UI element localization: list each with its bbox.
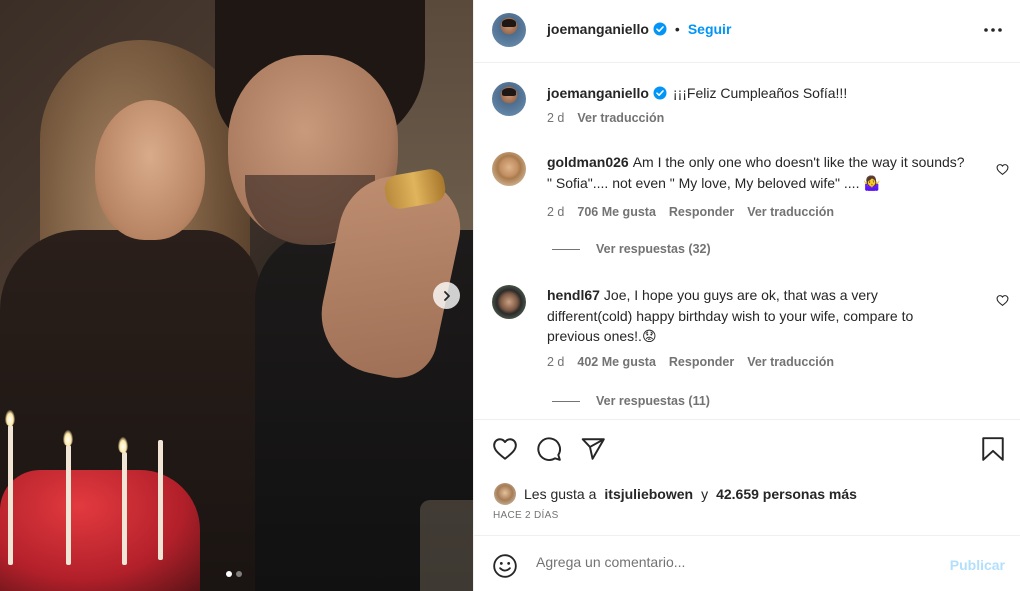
avatar[interactable] — [492, 13, 526, 47]
photo-candle-flame — [63, 430, 73, 446]
reply-button[interactable]: Responder — [669, 355, 734, 369]
view-replies-label: Ver respuestas (32) — [596, 242, 711, 256]
username-link[interactable]: joemanganiello — [547, 21, 649, 37]
separator: • — [674, 21, 680, 37]
photo-cake — [0, 470, 200, 591]
post-actions: Les gusta a itsjuliebowen y 42.659 perso… — [474, 419, 1020, 535]
like-comment-icon[interactable] — [996, 163, 1009, 176]
post-timestamp[interactable]: HACE 2 DÍAS — [493, 510, 559, 521]
comment-text: goldman026 Am I the only one who doesn't … — [547, 152, 967, 193]
photo-woman-face — [95, 100, 205, 240]
photo-candle — [66, 445, 71, 565]
view-replies-button[interactable]: Ver respuestas (11) — [552, 394, 710, 408]
carousel-dot-active — [226, 571, 232, 577]
carousel-next-button[interactable] — [433, 282, 460, 309]
share-send-icon[interactable] — [580, 436, 606, 462]
photo-candle-flame — [5, 410, 15, 426]
username-link[interactable]: hendl67 — [547, 287, 600, 303]
reply-button[interactable]: Responder — [669, 205, 734, 219]
verified-badge-icon — [653, 22, 667, 36]
view-replies-label: Ver respuestas (11) — [596, 394, 710, 408]
likes-prefix: Les gusta a — [524, 486, 597, 502]
avatar[interactable] — [494, 483, 516, 505]
photo-candle — [158, 440, 163, 560]
comment-likes[interactable]: 402 Me gusta — [577, 355, 656, 369]
comment-meta: 2 d 706 Me gusta Responder Ver traducció… — [547, 205, 834, 219]
translate-link[interactable]: Ver traducción — [577, 111, 664, 125]
post-side-panel: joemanganiello • Seguir joemanganiello ¡… — [473, 0, 1020, 591]
liker-username[interactable]: itsjuliebowen — [604, 486, 693, 502]
verified-badge-icon — [653, 86, 667, 100]
chevron-right-icon — [443, 290, 450, 301]
caption-body: ¡¡¡Feliz Cumpleaños Sofía!!! — [672, 85, 848, 101]
comment-age: 2 d — [547, 205, 565, 219]
photo-glass — [420, 500, 473, 591]
publish-button[interactable]: Publicar — [950, 557, 1005, 573]
replies-line — [552, 248, 580, 250]
comment-body: Joe, I hope you guys are ok, that was a … — [547, 287, 914, 344]
carousel-indicator — [226, 571, 242, 577]
photo-candle — [8, 425, 13, 565]
username-link[interactable]: goldman026 — [547, 154, 629, 170]
comment-meta: 2 d 402 Me gusta Responder Ver traducció… — [547, 355, 834, 369]
view-replies-button[interactable]: Ver respuestas (32) — [552, 242, 711, 256]
comments-list[interactable]: joemanganiello ¡¡¡Feliz Cumpleaños Sofía… — [474, 63, 1020, 419]
avatar[interactable] — [492, 152, 526, 186]
post-author: joemanganiello • Seguir — [547, 21, 731, 37]
comment-input[interactable] — [536, 554, 936, 570]
more-options-icon[interactable] — [983, 20, 1003, 40]
comment-age: 2 d — [547, 355, 565, 369]
photo-candle — [122, 452, 127, 565]
comment-composer: Publicar — [474, 535, 1020, 591]
like-heart-icon[interactable] — [492, 436, 518, 462]
translate-link[interactable]: Ver traducción — [747, 205, 834, 219]
caption-meta: 2 d Ver traducción — [547, 111, 664, 125]
avatar[interactable] — [492, 82, 526, 116]
username-link[interactable]: joemanganiello — [547, 85, 649, 101]
likes-middle: y — [701, 486, 709, 502]
caption-age: 2 d — [547, 111, 565, 125]
likes-summary: Les gusta a itsjuliebowen y 42.659 perso… — [494, 483, 857, 505]
replies-line — [552, 400, 580, 402]
carousel-dot — [236, 571, 242, 577]
like-comment-icon[interactable] — [996, 294, 1009, 307]
emoji-icon[interactable] — [492, 553, 518, 579]
follow-button[interactable]: Seguir — [688, 21, 732, 37]
post-header: joemanganiello • Seguir — [474, 0, 1020, 63]
comment-likes[interactable]: 706 Me gusta — [577, 205, 656, 219]
caption-text: joemanganiello ¡¡¡Feliz Cumpleaños Sofía… — [547, 83, 967, 104]
save-bookmark-icon[interactable] — [981, 436, 1005, 462]
avatar[interactable] — [492, 285, 526, 319]
comment-text: hendl67 Joe, I hope you guys are ok, that… — [547, 285, 967, 347]
likes-count[interactable]: 42.659 personas más — [716, 486, 857, 502]
comment-bubble-icon[interactable] — [536, 436, 562, 462]
photo-candle-flame — [118, 437, 128, 453]
translate-link[interactable]: Ver traducción — [747, 355, 834, 369]
post-photo[interactable] — [0, 0, 473, 591]
